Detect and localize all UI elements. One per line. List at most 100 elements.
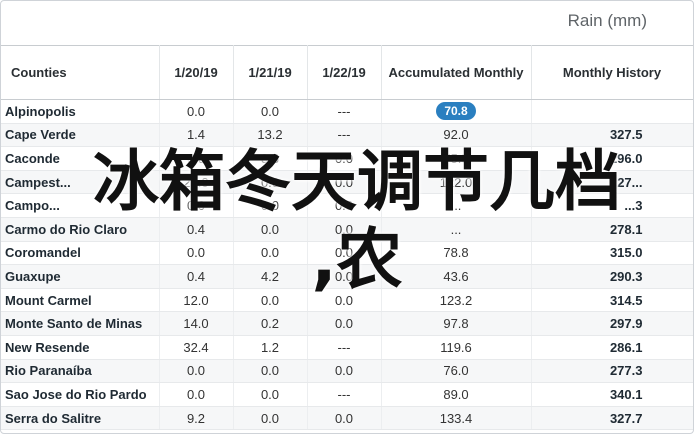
header-row: Counties 1/20/19 1/21/19 1/22/19 Accumul…	[1, 45, 693, 100]
history-cell: 315.0	[531, 241, 693, 266]
date-3-cell: 0.0	[307, 217, 382, 242]
accumulated-cell: 133.4	[381, 406, 532, 431]
date-1-cell: 0.0	[159, 241, 234, 266]
history-cell: ...3	[531, 193, 693, 218]
date-3-cell: 0.0	[307, 146, 382, 171]
accumulated-cell: 76.0	[381, 359, 532, 384]
table-row: Serra do Salitre 9.2 0.0 0.0 133.4 327.7	[1, 406, 693, 431]
table-row: Sao Jose do Rio Pardo 0.0 0.0 --- 89.0 340.1	[1, 382, 693, 407]
history-cell: 314.5	[531, 288, 693, 313]
county-cell: Mount Carmel	[1, 288, 160, 313]
date-1-cell: 1.4	[159, 123, 234, 148]
history-cell: 290.3	[531, 264, 693, 289]
table-row: Guaxupe 0.4 4.2 0.0 43.6 290.3	[1, 264, 693, 289]
date-1-cell: 22.0	[159, 170, 234, 195]
table-row: Caconde 0.0 3.6 0.0 75.5 296.0	[1, 146, 693, 171]
date-3-cell: ---	[307, 382, 382, 407]
date-3-cell: 0.0	[307, 311, 382, 336]
date-2-cell: 0.0	[233, 406, 308, 431]
date-3-cell: 0.0	[307, 359, 382, 384]
county-cell: Carmo do Rio Claro	[1, 217, 160, 242]
date-2-cell: 0.0	[233, 99, 308, 124]
table-row: Cape Verde 1.4 13.2 --- 92.0 327.5	[1, 123, 693, 148]
date-2-cell: 3.6	[233, 146, 308, 171]
history-cell: 297.9	[531, 311, 693, 336]
date-2-cell: 0.0	[233, 217, 308, 242]
date-3-cell: ---	[307, 335, 382, 360]
accumulated-cell: 75.5	[381, 146, 532, 171]
county-cell: Alpinopolis	[1, 99, 160, 124]
date-1-cell: 0.0	[159, 193, 234, 218]
county-cell: Sao Jose do Rio Pardo	[1, 382, 160, 407]
history-cell: 286.1	[531, 335, 693, 360]
date-3-cell: 0.0	[307, 193, 382, 218]
county-cell: New Resende	[1, 335, 160, 360]
date-2-cell: 0.0	[233, 382, 308, 407]
date-1-cell: 0.0	[159, 99, 234, 124]
history-cell: 278.1	[531, 217, 693, 242]
county-cell: Guaxupe	[1, 264, 160, 289]
date-1-cell: 32.4	[159, 335, 234, 360]
county-cell: Campest...	[1, 170, 160, 195]
table-row: Monte Santo de Minas 14.0 0.2 0.0 97.8 297.9	[1, 311, 693, 336]
accumulated-cell: 43.6	[381, 264, 532, 289]
date-3-cell: 0.0	[307, 170, 382, 195]
county-cell: Caconde	[1, 146, 160, 171]
header-counties[interactable]: Counties	[1, 45, 160, 100]
date-3-cell: 0.0	[307, 241, 382, 266]
date-2-cell: 0.0	[233, 170, 308, 195]
accumulated-highlight-badge: 70.8	[436, 102, 476, 121]
table-row: Campo... 0.0 0.0 0.0... ...3	[1, 193, 693, 218]
date-1-cell: 12.0	[159, 288, 234, 313]
date-2-cell: 13.2	[233, 123, 308, 148]
date-2-cell: 4.2	[233, 264, 308, 289]
table-row: New Resende 32.4 1.2 --- 119.6 286.1	[1, 335, 693, 360]
accumulated-cell: ...	[381, 193, 532, 218]
table-row: Alpinopolis 0.0 0.0 --- 70.8	[1, 99, 693, 124]
history-cell: 296.0	[531, 146, 693, 171]
table-row: Rio Paranaíba 0.0 0.0 0.0 76.0 277.3	[1, 359, 693, 384]
date-1-cell: 0.0	[159, 146, 234, 171]
accumulated-cell: 92.0	[381, 123, 532, 148]
history-cell: 340.1	[531, 382, 693, 407]
date-1-cell: 0.0	[159, 382, 234, 407]
date-1-cell: 0.0	[159, 359, 234, 384]
date-3-cell: 0.0	[307, 288, 382, 313]
header-date-1[interactable]: 1/20/19	[159, 45, 234, 100]
date-2-cell: 0.0	[233, 241, 308, 266]
date-1-cell: 9.2	[159, 406, 234, 431]
accumulated-cell: 123.2	[381, 288, 532, 313]
history-cell: 27...	[531, 170, 693, 195]
accumulated-cell: 70.8	[381, 99, 532, 124]
date-1-cell: 0.4	[159, 264, 234, 289]
header-date-3[interactable]: 1/22/19	[307, 45, 382, 100]
date-3-cell: ---	[307, 123, 382, 148]
county-cell: Monte Santo de Minas	[1, 311, 160, 336]
header-accumulated-monthly[interactable]: Accumulated Monthly	[381, 45, 532, 100]
county-cell: Coromandel	[1, 241, 160, 266]
county-cell: Campo...	[1, 193, 160, 218]
history-cell: 327.7	[531, 406, 693, 431]
table-row: Mount Carmel 12.0 0.0 0.0 123.2 314.5	[1, 288, 693, 313]
history-cell	[531, 99, 693, 124]
rain-table: Counties 1/20/19 1/21/19 1/22/19 Accumul…	[1, 45, 693, 431]
date-2-cell: 0.0	[233, 193, 308, 218]
date-3-cell: ---	[307, 99, 382, 124]
header-monthly-history[interactable]: Monthly History	[531, 45, 693, 100]
date-2-cell: 1.2	[233, 335, 308, 360]
history-cell: 327.5	[531, 123, 693, 148]
accumulated-cell: 89.0	[381, 382, 532, 407]
county-cell: Cape Verde	[1, 123, 160, 148]
date-1-cell: 0.4	[159, 217, 234, 242]
date-1-cell: 14.0	[159, 311, 234, 336]
accumulated-cell: 119.6	[381, 335, 532, 360]
date-2-cell: 0.2	[233, 311, 308, 336]
table-row: Carmo do Rio Claro 0.4 0.0 0.0... 278.1	[1, 217, 693, 242]
date-2-cell: 0.0	[233, 359, 308, 384]
date-2-cell: 0.0	[233, 288, 308, 313]
header-date-2[interactable]: 1/21/19	[233, 45, 308, 100]
accumulated-cell: ...	[381, 217, 532, 242]
table-row: Campest... 22.0 0.0 0.0 122.0 27...	[1, 170, 693, 195]
rain-table-widget: Rain (mm) Counties 1/20/19 1/21/19 1/22/…	[0, 0, 694, 434]
county-cell: Rio Paranaíba	[1, 359, 160, 384]
